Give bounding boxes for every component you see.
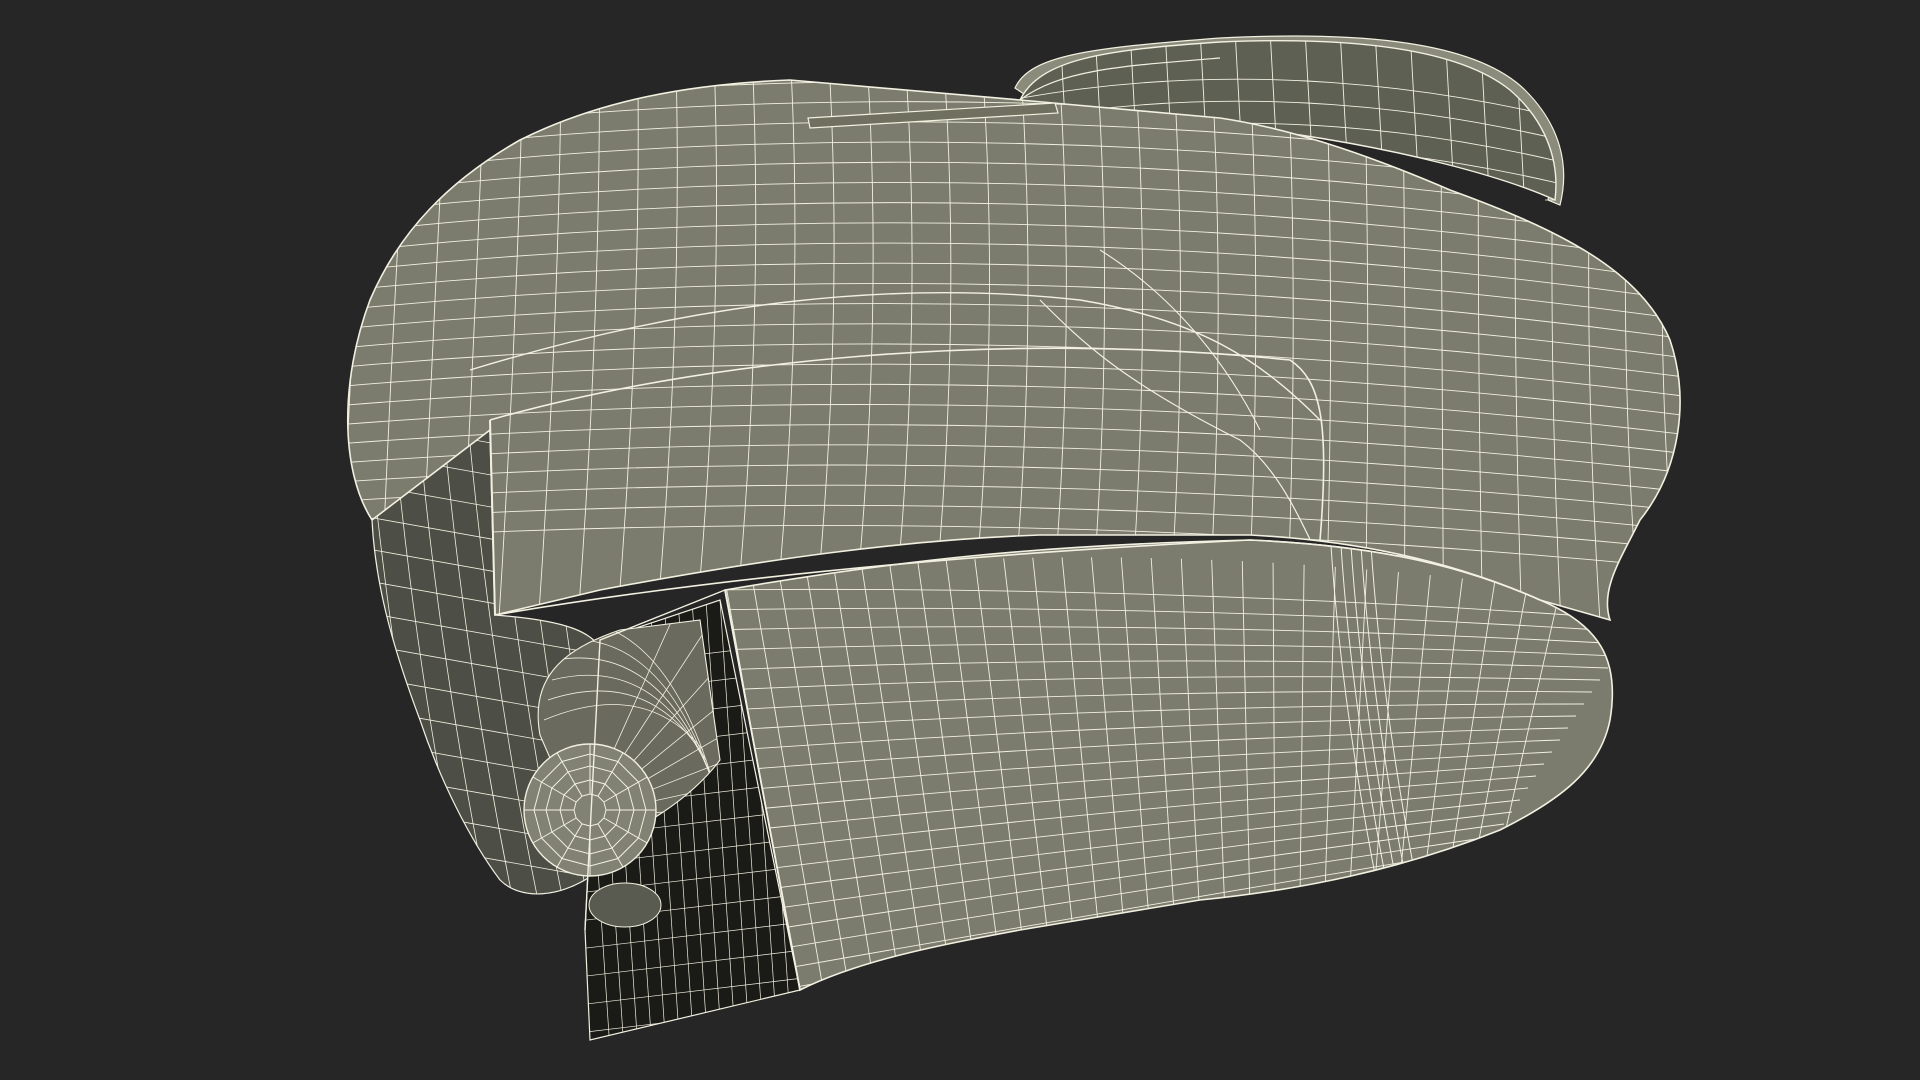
small-knob [588,882,662,928]
mesh-edge [340,896,620,946]
mesh-edge [585,1031,800,1040]
render-viewport [0,0,1920,1080]
wireframe-model [340,35,1681,1041]
front-plate [724,539,1614,992]
